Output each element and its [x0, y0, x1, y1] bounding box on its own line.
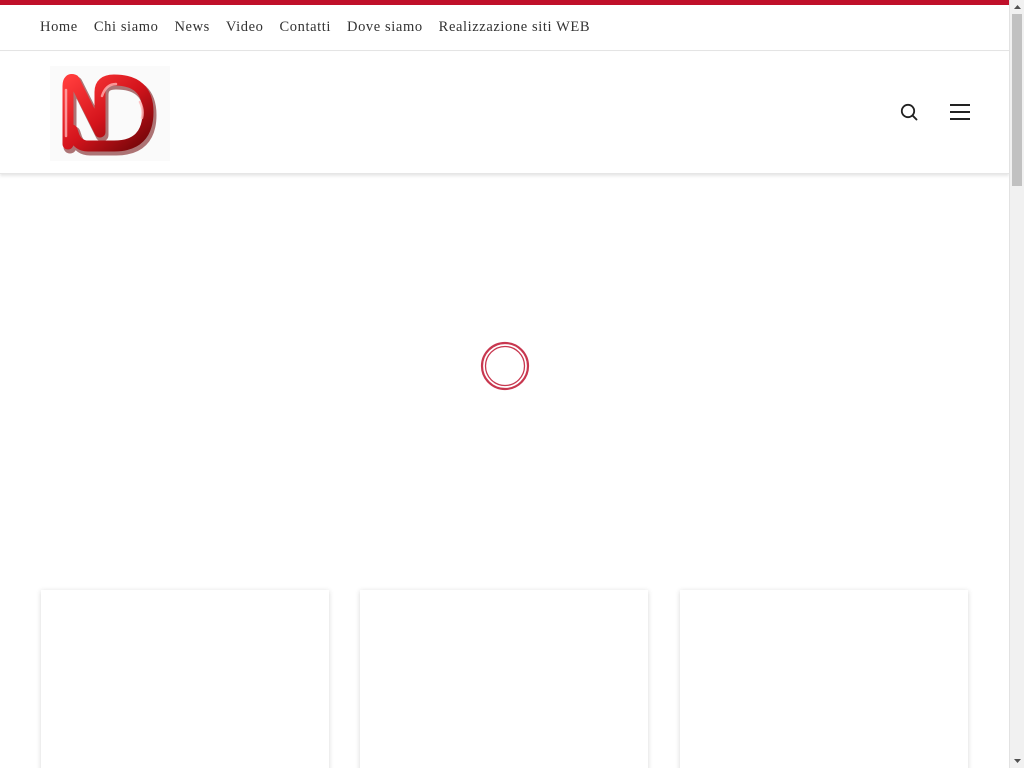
nd-logo-icon — [50, 66, 170, 161]
hamburger-menu-button[interactable] — [947, 100, 973, 124]
site-header — [0, 52, 1009, 174]
loading-spinner-icon — [480, 341, 530, 391]
page: Home Chi siamo News Video Contatti Dove … — [0, 0, 1009, 768]
scrollbar-thumb[interactable] — [1012, 14, 1022, 186]
featured-card[interactable] — [360, 590, 648, 768]
search-button[interactable] — [897, 100, 921, 124]
nav-item-dove-siamo[interactable]: Dove siamo — [347, 19, 423, 36]
nav-item-home[interactable]: Home — [40, 19, 78, 36]
featured-card[interactable] — [680, 590, 968, 768]
featured-card[interactable] — [41, 590, 329, 768]
scroll-down-arrow-icon[interactable] — [1010, 754, 1024, 768]
site-logo[interactable] — [50, 66, 170, 161]
top-navigation: Home Chi siamo News Video Contatti Dove … — [0, 5, 1009, 51]
nav-item-news[interactable]: News — [174, 19, 209, 36]
search-icon — [900, 103, 918, 121]
nav-item-realizzazione-siti-web[interactable]: Realizzazione siti WEB — [439, 19, 590, 36]
nav-item-video[interactable]: Video — [226, 19, 264, 36]
featured-cards — [0, 590, 1009, 768]
nav-item-chi-siamo[interactable]: Chi siamo — [94, 19, 159, 36]
scroll-up-arrow-icon[interactable] — [1010, 0, 1024, 14]
nav-item-contatti[interactable]: Contatti — [279, 19, 331, 36]
hamburger-menu-icon — [950, 104, 970, 120]
vertical-scrollbar[interactable] — [1009, 0, 1024, 768]
